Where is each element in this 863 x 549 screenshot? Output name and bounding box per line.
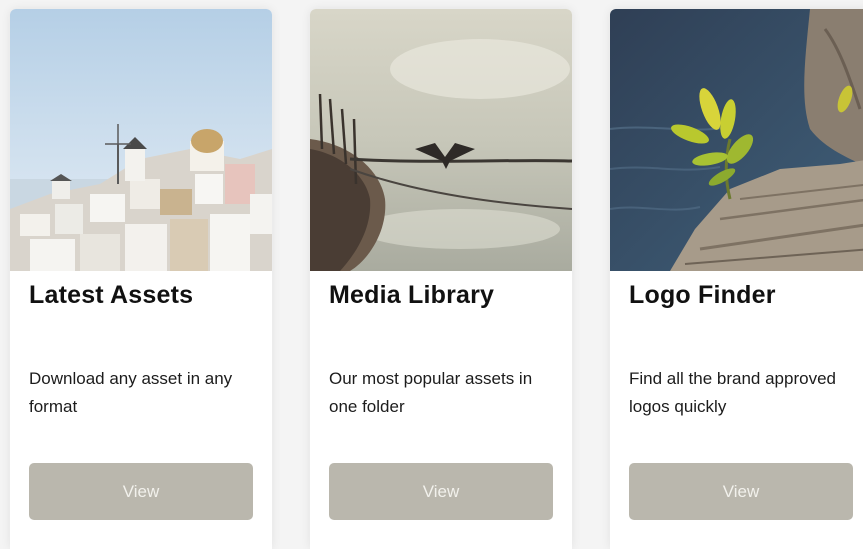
card-title: Media Library bbox=[329, 281, 495, 309]
card-logo-finder: Logo Finder Find all the brand approved … bbox=[610, 9, 863, 549]
card-title: Logo Finder bbox=[629, 281, 776, 309]
bird-on-boat-image bbox=[310, 9, 572, 271]
plant-on-rock-image bbox=[610, 9, 863, 271]
santorini-village-image bbox=[10, 9, 272, 271]
card-media-library: Media Library Our most popular assets in… bbox=[310, 9, 572, 549]
card-title: Latest Assets bbox=[29, 281, 194, 309]
card-description: Our most popular assets in one folder bbox=[329, 369, 533, 416]
card-latest-assets: Latest Assets Download any asset in any … bbox=[10, 9, 272, 549]
card-description: Find all the brand approved logos quickl… bbox=[629, 369, 836, 416]
card-description: Download any asset in any format bbox=[29, 369, 233, 416]
view-button[interactable]: View bbox=[329, 463, 553, 520]
view-button[interactable]: View bbox=[29, 463, 253, 520]
view-button[interactable]: View bbox=[629, 463, 853, 520]
